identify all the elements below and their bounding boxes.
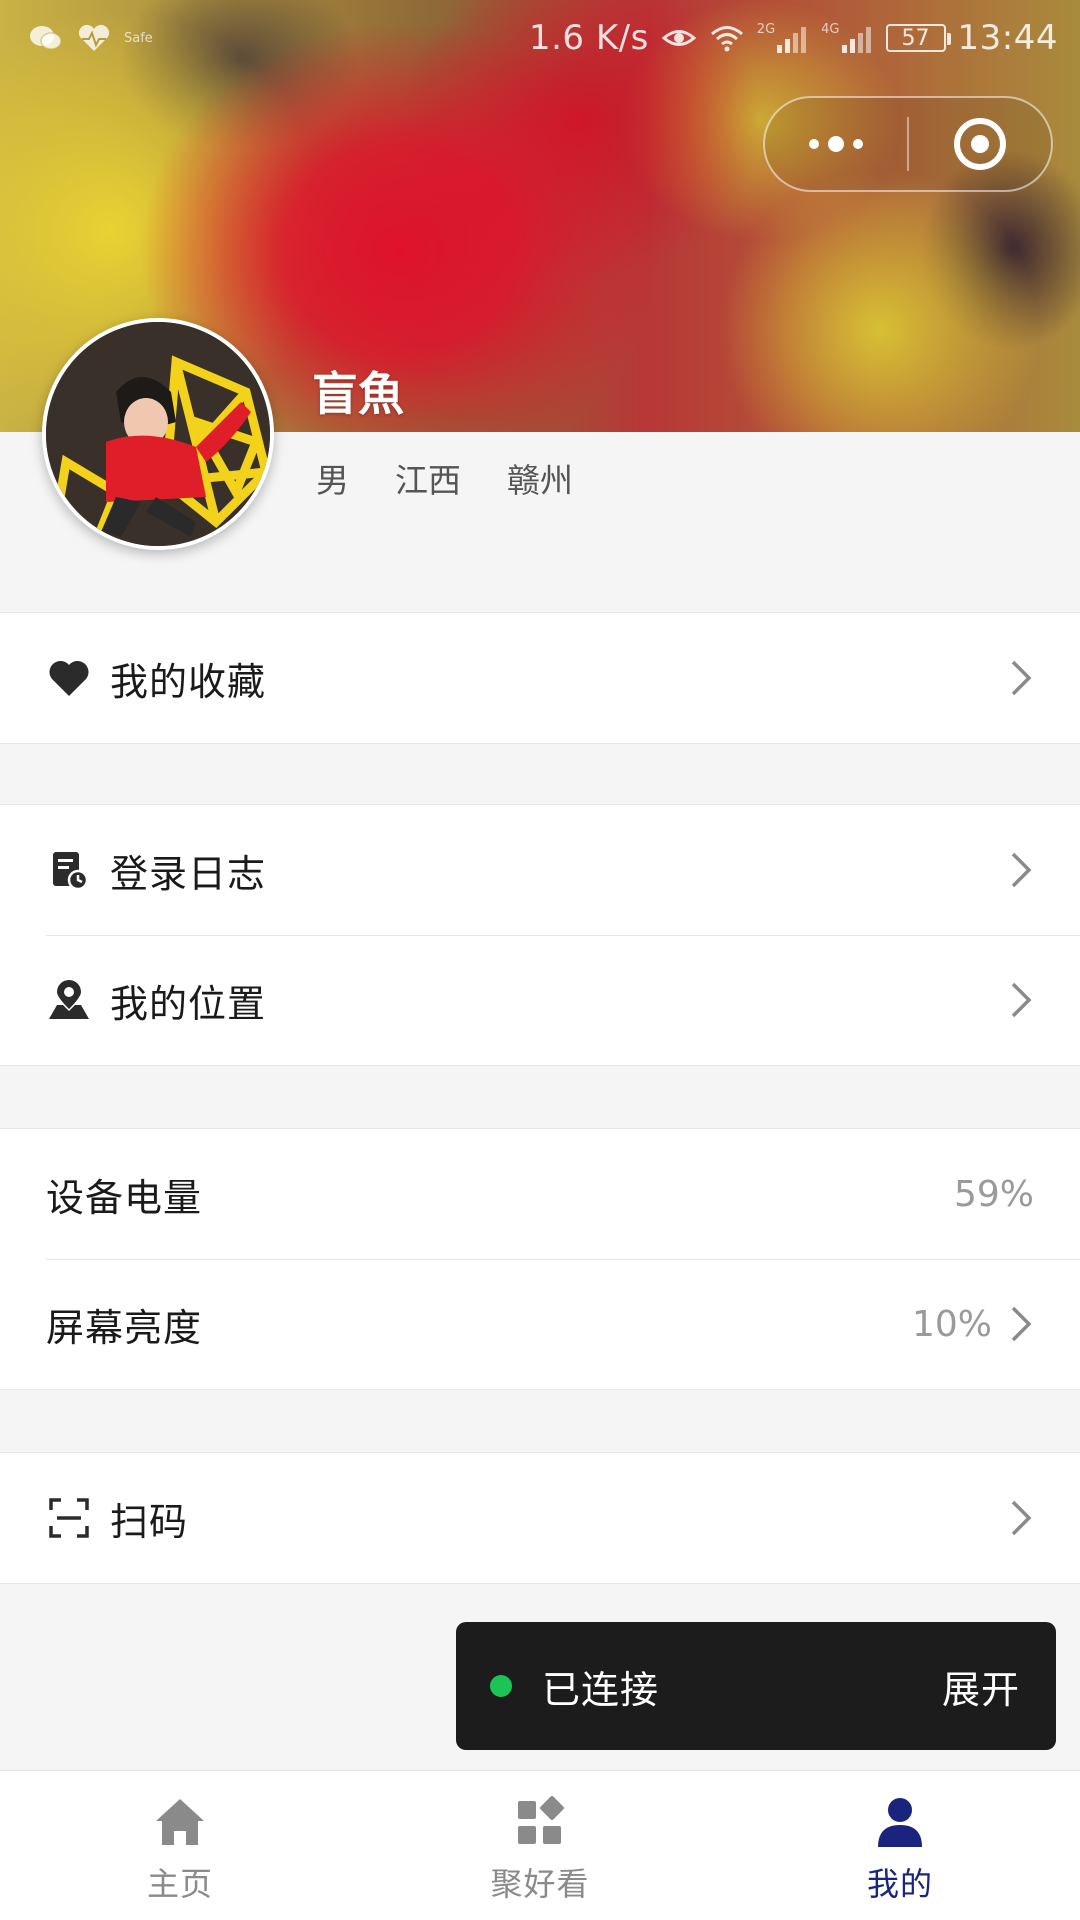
- connected-status-dot: [490, 1675, 512, 1697]
- heart-icon: [46, 655, 92, 701]
- battery-indicator: 57: [885, 24, 951, 52]
- signal-2g: 2G: [757, 23, 809, 53]
- connection-toast: 已连接 展开: [456, 1622, 1056, 1750]
- status-bar-left: Safe: [28, 23, 153, 53]
- chevron-right-icon: [1011, 1306, 1032, 1342]
- account-group: 登录日志 我的位置: [0, 804, 1080, 1066]
- target-close-icon: [954, 118, 1006, 170]
- location-cell[interactable]: 我的位置: [0, 935, 1080, 1065]
- close-miniprogram-button[interactable]: [909, 98, 1051, 190]
- gender: 男: [316, 461, 349, 500]
- more-dots-icon: [809, 136, 863, 152]
- tab-home[interactable]: 主页: [0, 1771, 360, 1920]
- scan-cell[interactable]: 扫码: [0, 1453, 1080, 1583]
- safe-badge: Safe: [124, 32, 153, 45]
- device-group: 设备电量 59% 屏幕亮度 10%: [0, 1128, 1080, 1390]
- wechat-icon: [30, 26, 62, 50]
- avatar[interactable]: [42, 318, 274, 550]
- signal-bars-icon: [777, 27, 807, 53]
- network-speed: 1.6 K/s: [528, 18, 649, 58]
- tab-home-label: 主页: [146, 1865, 213, 1903]
- log-icon: [46, 847, 92, 893]
- user-icon: [878, 1798, 922, 1847]
- chevron-right-icon: [1011, 1500, 1032, 1536]
- avatar-image: [46, 322, 270, 546]
- clock: 13:44: [957, 18, 1058, 58]
- user-meta: 男 江西 赣州: [316, 454, 573, 502]
- expand-button[interactable]: 展开: [942, 1659, 1020, 1714]
- tab-mine-label: 我的: [866, 1865, 933, 1903]
- signal-4g-label: 4G: [821, 22, 840, 37]
- scan-icon: [46, 1495, 92, 1541]
- health-heart-icon: [78, 24, 110, 51]
- signal-2g-label: 2G: [756, 22, 776, 37]
- brightness-cell[interactable]: 屏幕亮度 10%: [0, 1259, 1080, 1389]
- safe-label: Safe: [124, 30, 153, 46]
- scan-group: 扫码: [0, 1452, 1080, 1584]
- tab-mine[interactable]: 我的: [720, 1771, 1080, 1920]
- chevron-right-icon: [1011, 852, 1032, 888]
- brightness-value: 10%: [911, 1303, 992, 1345]
- login-log-cell[interactable]: 登录日志: [0, 805, 1080, 935]
- device-battery-cell: 设备电量 59%: [0, 1129, 1080, 1259]
- scan-label: 扫码: [110, 1499, 189, 1544]
- device-battery-value: 59%: [953, 1173, 1034, 1215]
- tab-discover[interactable]: 聚好看: [360, 1771, 720, 1920]
- login-log-label: 登录日志: [110, 851, 267, 896]
- username: 盲魚: [312, 367, 404, 421]
- favorites-group: 我的收藏: [0, 612, 1080, 744]
- apps-icon: [518, 1796, 564, 1844]
- more-button[interactable]: [765, 98, 907, 190]
- battery-level: 57: [901, 25, 930, 51]
- brightness-label: 屏幕亮度: [46, 1305, 203, 1350]
- device-battery-label: 设备电量: [46, 1175, 203, 1220]
- signal-4g: 4G: [821, 23, 873, 53]
- favorites-label: 我的收藏: [110, 659, 267, 704]
- signal-bars-icon: [841, 27, 871, 53]
- home-icon: [156, 1799, 204, 1845]
- location-pin-icon: [46, 977, 92, 1023]
- tab-discover-label: 聚好看: [490, 1865, 590, 1903]
- location-label: 我的位置: [110, 981, 267, 1026]
- wifi-icon: [710, 26, 743, 52]
- connection-status: 已连接: [542, 1667, 660, 1712]
- eye-icon: [661, 30, 697, 46]
- favorites-cell[interactable]: 我的收藏: [0, 613, 1080, 743]
- city: 赣州: [507, 461, 573, 500]
- miniprogram-capsule: [763, 96, 1053, 192]
- chevron-right-icon: [1011, 982, 1032, 1018]
- tab-bar: 主页 聚好看 我的: [0, 1770, 1080, 1920]
- status-bar: Safe 1.6 K/s 2G 4G 57 13:44: [0, 0, 1080, 76]
- status-bar-right: 1.6 K/s 2G 4G 57 13:44: [529, 18, 1058, 58]
- province: 江西: [395, 461, 461, 500]
- chevron-right-icon: [1011, 660, 1032, 696]
